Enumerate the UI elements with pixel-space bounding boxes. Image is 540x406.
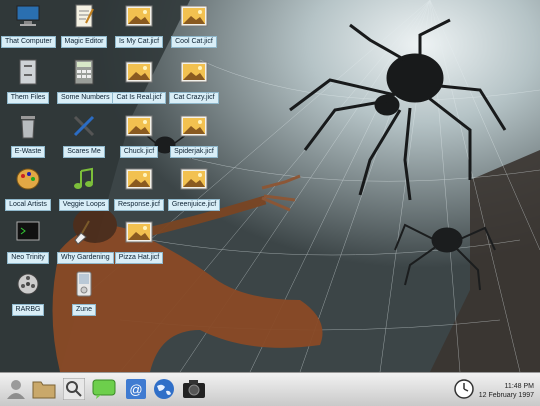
desktop-icon-chuck[interactable]: Chuck.jicf bbox=[112, 112, 166, 158]
chat-icon[interactable] bbox=[92, 377, 116, 401]
desktop-icon-e-waste[interactable]: E-Waste bbox=[1, 112, 55, 158]
image-file-icon bbox=[179, 112, 209, 140]
email-icon[interactable]: @ bbox=[124, 377, 148, 401]
icon-label: Them Files bbox=[6, 92, 50, 104]
media-player-icon bbox=[69, 270, 99, 298]
music-icon bbox=[69, 165, 99, 193]
desktop-icon-cat-is-real[interactable]: Cat Is Real.jicf bbox=[112, 58, 166, 104]
icon-label: Local Artists bbox=[5, 199, 51, 211]
icon-label: E-Waste bbox=[10, 146, 46, 158]
desktop-icon-that-computer[interactable]: That Computer bbox=[1, 2, 56, 48]
desktop-icon-veggie-loops[interactable]: Veggie Loops bbox=[57, 165, 111, 211]
icon-label: Magic Editor bbox=[60, 36, 108, 48]
desktop-icon-cat-crazy[interactable]: Cat Crazy.jicf bbox=[167, 58, 221, 104]
desktop-icon-zune[interactable]: Zune bbox=[57, 270, 111, 316]
icon-label: Cool Cat.jicf bbox=[171, 36, 217, 48]
globe-icon[interactable] bbox=[152, 377, 176, 401]
desktop-icon-some-numbers[interactable]: Some Numbers bbox=[57, 58, 114, 104]
image-file-icon bbox=[124, 112, 154, 140]
film-reel-icon bbox=[13, 270, 43, 298]
icon-label: Neo Trinity bbox=[7, 252, 49, 264]
editor-icon bbox=[69, 2, 99, 30]
camera-icon[interactable] bbox=[182, 377, 206, 401]
desktop-icon-response[interactable]: Response.jicf bbox=[112, 165, 166, 211]
desktop-icon-them-files[interactable]: Them Files bbox=[1, 58, 55, 104]
desktop-icon-spiderjak[interactable]: Spiderjak.jicf bbox=[167, 112, 221, 158]
icon-label: Scares Me bbox=[63, 146, 105, 158]
image-file-icon bbox=[124, 218, 154, 246]
icon-label: RARBG bbox=[11, 304, 45, 316]
icon-label: Is My Cat.jicf bbox=[114, 36, 164, 48]
icon-label: Why Gardening bbox=[57, 252, 114, 264]
desktop-icon-greenjuice[interactable]: Greenjuice.jicf bbox=[167, 165, 221, 211]
desktop-icon-local-artists[interactable]: Local Artists bbox=[1, 165, 55, 211]
icon-label: Zune bbox=[72, 304, 96, 316]
icon-label: Response.jicf bbox=[113, 199, 165, 211]
terminal-icon bbox=[13, 218, 43, 246]
desktop[interactable]: That Computer Them Files E-Waste Local A… bbox=[0, 0, 540, 372]
desktop-icon-rarbg[interactable]: RARBG bbox=[1, 270, 55, 316]
desktop-icon-why-gardening[interactable]: Why Gardening bbox=[57, 218, 114, 264]
clock-date: 12 February 1997 bbox=[478, 392, 534, 399]
icon-label: Veggie Loops bbox=[58, 199, 110, 211]
file-cabinet-icon bbox=[13, 58, 43, 86]
image-file-icon bbox=[124, 58, 154, 86]
icon-label: Some Numbers bbox=[57, 92, 114, 104]
desktop-icon-is-my-cat[interactable]: Is My Cat.jicf bbox=[112, 2, 166, 48]
taskbar: @ 11:48 PM 12 February 1997 bbox=[0, 372, 540, 406]
icon-label: Pizza Hat.jicf bbox=[114, 252, 164, 264]
icon-label: Cat Crazy.jicf bbox=[169, 92, 219, 104]
image-file-icon bbox=[179, 165, 209, 193]
image-file-icon bbox=[179, 2, 209, 30]
user-icon[interactable] bbox=[4, 377, 28, 401]
folder-icon[interactable] bbox=[32, 377, 56, 401]
clock-readout[interactable]: 11:48 PM 12 February 1997 bbox=[479, 382, 534, 400]
tools-icon bbox=[69, 112, 99, 140]
desktop-icon-pizza-hat[interactable]: Pizza Hat.jicf bbox=[112, 218, 166, 264]
image-file-icon bbox=[124, 165, 154, 193]
shovel-icon bbox=[69, 218, 99, 246]
icon-label: Chuck.jicf bbox=[119, 146, 159, 158]
icon-label: Greenjuice.jicf bbox=[167, 199, 221, 211]
calculator-icon bbox=[69, 58, 99, 86]
clock-icon[interactable] bbox=[452, 377, 476, 401]
image-file-icon bbox=[124, 2, 154, 30]
search-icon[interactable] bbox=[62, 377, 86, 401]
clock-time: 11:48 PM bbox=[504, 383, 534, 390]
icon-label: That Computer bbox=[1, 36, 56, 48]
desktop-icon-cool-cat[interactable]: Cool Cat.jicf bbox=[167, 2, 221, 48]
desktop-icon-neo-trinity[interactable]: Neo Trinity bbox=[1, 218, 55, 264]
icon-label: Cat Is Real.jicf bbox=[112, 92, 166, 104]
trash-icon bbox=[13, 112, 43, 140]
svg-text:@: @ bbox=[129, 382, 142, 397]
desktop-icon-magic-editor[interactable]: Magic Editor bbox=[57, 2, 111, 48]
icon-label: Spiderjak.jicf bbox=[170, 146, 218, 158]
monitor-icon bbox=[13, 2, 43, 30]
palette-icon bbox=[13, 165, 43, 193]
image-file-icon bbox=[179, 58, 209, 86]
desktop-icon-scares-me[interactable]: Scares Me bbox=[57, 112, 111, 158]
